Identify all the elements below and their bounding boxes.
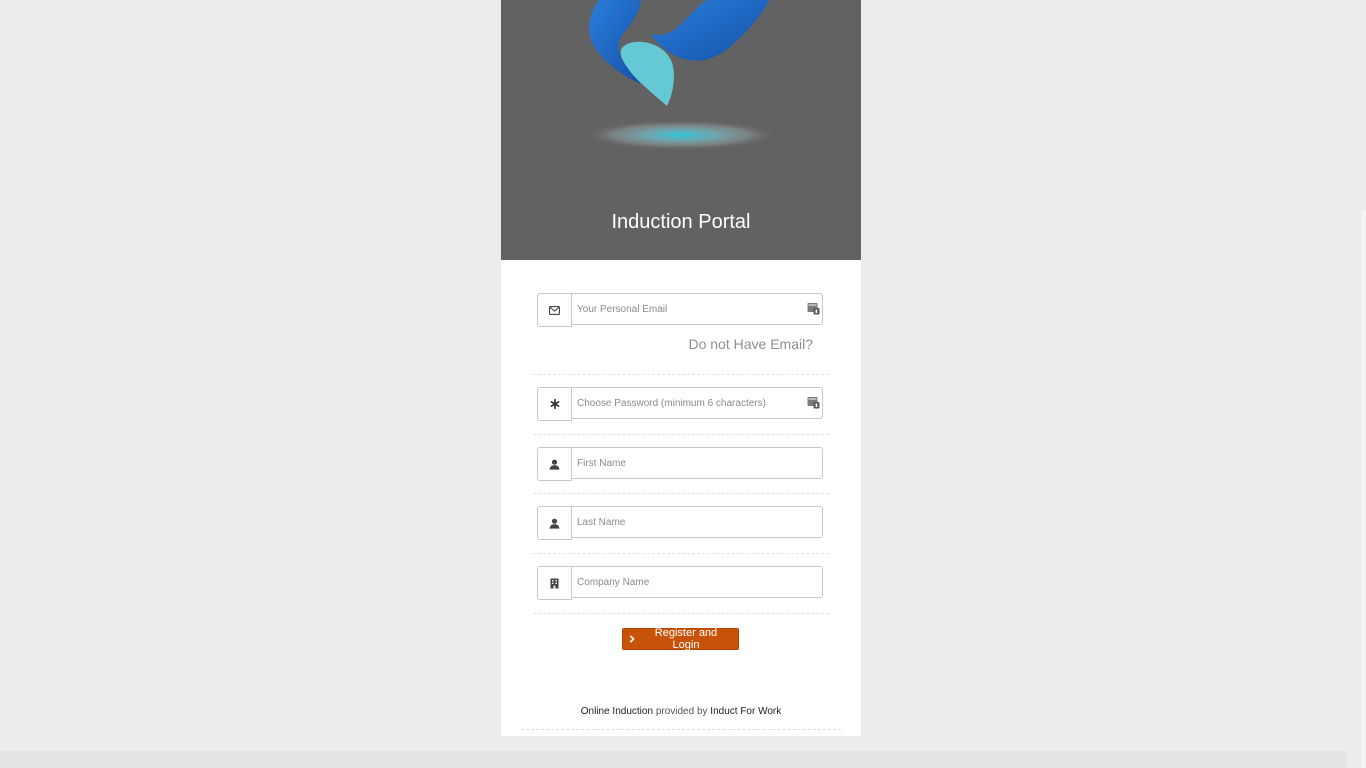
scrollbar-track[interactable]: [1361, 210, 1366, 768]
section-divider: [533, 374, 829, 375]
envelope-icon: [537, 293, 572, 327]
footer-middle: provided by: [655, 706, 708, 717]
register-button-label: Register and Login: [654, 627, 718, 651]
password-input[interactable]: [571, 387, 823, 419]
login-card: Induction Portal Do not Have Email?: [501, 0, 861, 736]
footer-credit: Online Induction provided by Induct For …: [501, 705, 861, 719]
user-icon: [537, 447, 572, 481]
first-name-field-group: [537, 447, 825, 481]
no-email-link[interactable]: Do not Have Email?: [651, 335, 813, 353]
footer-prefix: Online Induction: [580, 706, 654, 717]
email-field-group: [537, 293, 825, 327]
hero-header: Induction Portal: [501, 0, 861, 260]
section-divider: [533, 434, 829, 435]
password-field-group: [537, 387, 825, 421]
password-manager-icon[interactable]: [807, 396, 820, 409]
last-name-field-group: [537, 506, 825, 540]
page-title: Induction Portal: [611, 211, 751, 233]
building-icon: [537, 566, 572, 600]
company-name-input[interactable]: [571, 566, 823, 598]
brand-logo: [583, 0, 779, 150]
asterisk-icon: [537, 387, 572, 421]
email-input[interactable]: [571, 293, 823, 325]
page-bottom-bar: [0, 751, 1346, 768]
register-and-login-button[interactable]: Register and Login: [622, 627, 739, 651]
company-field-group: [537, 566, 825, 600]
section-divider: [533, 553, 829, 554]
last-name-input[interactable]: [571, 506, 823, 538]
user-icon: [537, 506, 572, 540]
first-name-input[interactable]: [571, 447, 823, 479]
section-divider: [533, 613, 829, 614]
chevron-right-icon: [629, 635, 635, 643]
password-manager-icon[interactable]: [807, 302, 820, 315]
footer-brand-link[interactable]: Induct For Work: [710, 706, 781, 717]
footer-divider: [521, 729, 841, 730]
section-divider: [533, 493, 829, 494]
